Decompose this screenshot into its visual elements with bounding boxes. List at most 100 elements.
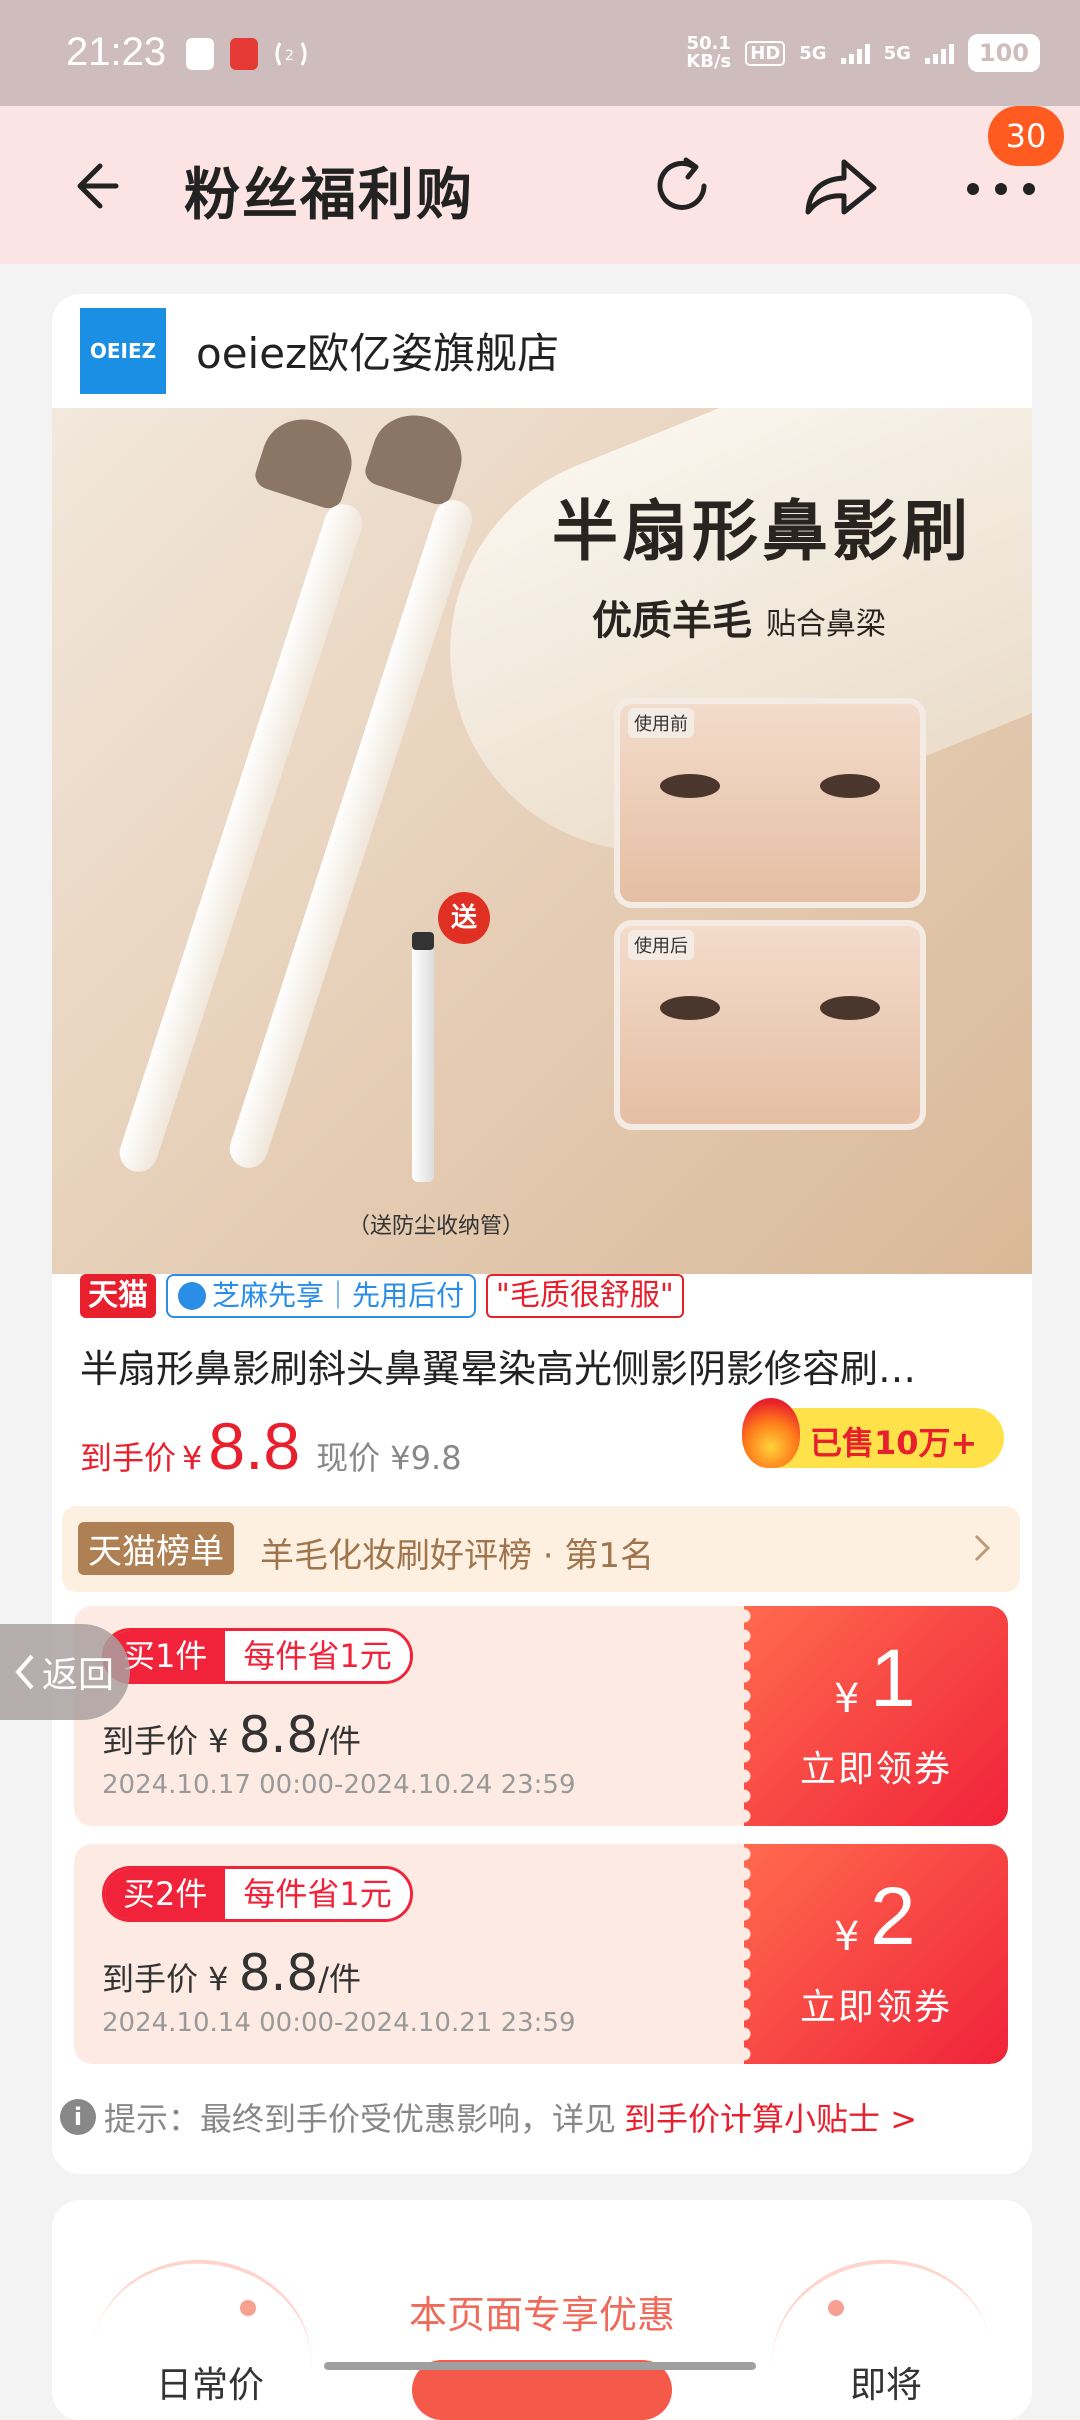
brush-bristle-2 [361,408,473,508]
coupon-2-claim-label: 立即领券 [800,1987,953,2028]
product-title[interactable]: 半扇形鼻影刷斜头鼻翼晕染高光侧影阴影修容刷… [80,1338,980,1393]
coupon-1-date: 2024.10.17 00:00-2024.10.24 23:59 [102,1770,576,1800]
home-indicator[interactable] [324,2362,756,2370]
nav-bar: 粉丝福利购 30 [0,106,1080,264]
final-price-value: 8.8 [208,1409,301,1483]
rank-tag: 天猫榜单 [78,1522,234,1575]
floating-back-button[interactable]: 返回 [0,1624,130,1720]
coupon-1-claim-button[interactable]: ¥ 1 立即领券 [744,1606,1008,1826]
net-speed: 50.1 KB/s [686,35,731,71]
refresh-icon[interactable] [646,150,718,222]
price-row: 到手价 ¥ 8.8 现价 ¥9.8 [80,1408,462,1484]
tip-link[interactable]: 到手价计算小贴士 > [624,2094,917,2140]
image-headline: 半扇形鼻影刷 [552,492,972,570]
status-time: 21:23 [66,30,167,74]
task-check-icon [186,38,214,70]
exclusive-offer-title: 本页面专享优惠 [408,2293,675,2337]
store-name[interactable]: oeiez欧亿姿旗舰店 [196,320,559,381]
coupon-2-price-value: 8.8 [238,1944,319,2002]
after-photo: 使用后 [614,920,926,1130]
floating-back-label: 返回 [42,1655,115,1696]
signal-icon-2 [924,42,954,64]
price-symbol: ¥ [182,1439,203,1477]
image-sub-normal: 贴合鼻梁 [765,607,886,642]
coupon-card-2: 买2件 每件省1元 到手价 ¥ 8.8/件 2024.10.14 00:00-2… [74,1844,1008,2064]
status-notification-icons: 2 [186,38,308,70]
net2-label: 5G [883,42,911,64]
status-right: 50.1 KB/s HD 5G 5G 100 [686,34,1040,72]
upcoming-label: 即将 [850,2365,923,2406]
chevron-right-icon [974,1534,991,1562]
gift-tube-cap [412,932,434,950]
hd-icon: HD [745,40,786,66]
coupon-1-tag: 买1件 每件省1元 [102,1628,413,1684]
coupon-1-price: 到手价 ¥ 8.8/件 [102,1706,361,1764]
page-title: 粉丝福利购 [184,163,474,228]
coupon-2-scallop-edge [744,1844,756,2064]
coupon-card-1: 买1件 每件省1元 到手价 ¥ 8.8/件 2024.10.17 00:00-2… [74,1606,1008,1826]
price-tip: i 提示：最终到手价受优惠影响，详见 到手价计算小贴士 > [60,2094,917,2140]
zhima-tag: 芝麻先享｜先用后付 [166,1274,477,1318]
final-price-label: 到手价 [80,1439,177,1477]
brush-handle-2 [224,495,478,1173]
signal-icon [840,42,870,64]
chevron-left-icon [15,1654,34,1690]
coupon-2-claim-button[interactable]: ¥ 2 立即领券 [744,1844,1008,2064]
gift-tube [412,932,434,1182]
before-label: 使用前 [628,708,694,738]
before-photo: 使用前 [614,698,926,908]
back-arrow-icon[interactable] [60,154,124,218]
flame-icon [742,1398,800,1468]
coupon-1-claim-label: 立即领券 [800,1749,953,1790]
tmall-tag: 天猫 [80,1274,156,1318]
info-icon: i [60,2099,96,2135]
more-icon[interactable] [966,182,1036,196]
product-tags: 天猫 芝麻先享｜先用后付 "毛质很舒服" [80,1274,684,1318]
tip-text: 提示：最终到手价受优惠影响，详见 [104,2100,617,2138]
product-card: OEIEZ oeiez欧亿姿旗舰店 半扇形鼻影刷 优质羊毛 贴合鼻梁 使用前 使… [52,294,1032,2174]
coupon-2-symbol: ¥ [834,1914,860,1960]
image-sub-bold: 优质羊毛 [592,597,752,644]
store-logo[interactable]: OEIEZ [80,308,166,394]
notification-badge: 30 [988,106,1064,166]
coupon-1-price-value: 8.8 [238,1706,319,1764]
sold-badge: 已售10万+ [742,1398,1004,1468]
coupon-2-date: 2024.10.14 00:00-2024.10.21 23:59 [102,2008,576,2038]
before-photo-right-eye [820,774,880,798]
coupon-2-buy: 买2件 [105,1869,226,1919]
rank-banner[interactable]: 天猫榜单 羊毛化妆刷好评榜 · 第1名 [62,1506,1020,1592]
coupon-2-unit: /件 [318,1960,362,1998]
gift-badge: 送 [438,892,490,944]
coupon-1-save: 每件省1元 [225,1631,410,1681]
coupon-1-amount: 1 [870,1633,916,1724]
net-speed-unit: KB/s [686,51,732,72]
after-label: 使用后 [628,930,694,960]
product-image[interactable]: 半扇形鼻影刷 优质羊毛 贴合鼻梁 使用前 使用后 送 （送防尘收纳管） [52,408,1032,1274]
net1-label: 5G [799,42,827,64]
current-price: 现价 ¥9.8 [316,1439,462,1477]
zhima-icon [178,1282,206,1310]
after-photo-right-eye [820,996,880,1020]
before-photo-left-eye [660,774,720,798]
coupon-2-save: 每件省1元 [225,1869,410,1919]
app-notification-icon [230,38,258,70]
zhima-label: 芝麻先享｜先用后付 [212,1279,465,1312]
gift-caption: （送防尘收纳管） [348,1214,525,1239]
regular-price-label: 日常价 [156,2365,265,2406]
coupon-1-symbol: ¥ [834,1676,860,1722]
coupon-2-amount: 2 [870,1871,916,1962]
status-bar: 21:23 2 50.1 KB/s HD 5G 5G 100 [0,0,1080,106]
exclusive-offer-card: 本页面专享优惠 日常价 即将 [52,2200,1032,2420]
coupon-1-unit: /件 [318,1722,362,1760]
coupon-1-scallop-edge [744,1606,756,1826]
coupon-2-tag: 买2件 每件省1元 [102,1866,413,1922]
coupon-2-price: 到手价 ¥ 8.8/件 [102,1944,361,2002]
battery-icon: 100 [967,34,1040,72]
coupon-1-price-label: 到手价 ¥ [102,1722,239,1760]
review-quote-tag: "毛质很舒服" [486,1274,684,1318]
svg-text:2: 2 [285,48,294,64]
share-icon[interactable] [800,150,880,222]
sold-count: 已售10万+ [810,1424,978,1462]
rank-text: 羊毛化妆刷好评榜 · 第1名 [260,1536,655,1576]
after-photo-left-eye [660,996,720,1020]
